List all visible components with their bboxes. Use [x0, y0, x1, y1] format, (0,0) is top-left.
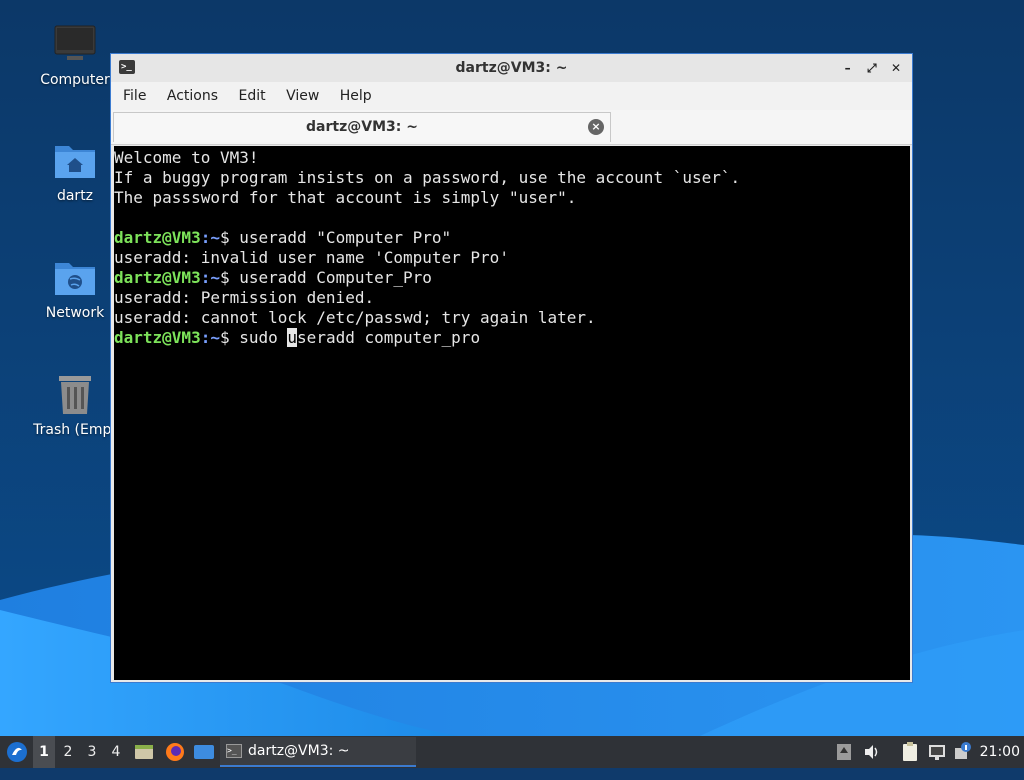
terminal-output-line: useradd: cannot lock /etc/passwd; try ag…: [114, 308, 596, 327]
file-manager-launcher[interactable]: [134, 736, 154, 768]
terminal-window[interactable]: >_ dartz@VM3: ~ – ⤢ ✕ File Actions Edit …: [110, 53, 913, 683]
trash-icon: [53, 372, 97, 416]
taskbar-task-terminal[interactable]: >_ dartz@VM3: ~: [220, 737, 416, 767]
command-text: seradd computer_pro: [297, 328, 481, 347]
network-folder-icon: [53, 255, 97, 299]
lubuntu-logo-icon: [7, 742, 27, 762]
tray-clipboard[interactable]: [900, 736, 920, 768]
workspace-3[interactable]: 3: [81, 736, 103, 768]
prompt-user: dartz@VM3: [114, 228, 201, 247]
prompt-user: dartz@VM3: [114, 328, 201, 347]
prompt-path: :~: [200, 228, 220, 247]
terminal-output-line: useradd: invalid user name 'Computer Pro…: [114, 248, 509, 267]
home-folder-icon: [53, 138, 97, 182]
desktop-launcher[interactable]: [193, 736, 215, 768]
terminal-tab[interactable]: dartz@VM3: ~ ×: [113, 112, 611, 142]
info-icon: [955, 742, 971, 759]
terminal-command-line: dartz@VM3:~$ useradd Computer_Pro: [114, 268, 910, 288]
show-desktop-icon: [194, 745, 214, 759]
firefox-icon: [166, 743, 184, 761]
menu-actions[interactable]: Actions: [159, 88, 226, 104]
prompt-symbol: $: [219, 268, 240, 287]
taskbar: 1 2 3 4 >_ dartz@VM3: ~ 21:00: [0, 736, 1024, 768]
terminal-icon: >_: [226, 744, 242, 758]
menu-view[interactable]: View: [278, 88, 327, 104]
command-text: sudo: [239, 328, 288, 347]
tray-network[interactable]: [927, 736, 947, 768]
prompt-path: :~: [200, 268, 220, 287]
command-text: useradd Computer_Pro: [239, 268, 432, 287]
file-manager-icon: [135, 745, 153, 759]
terminal-output-line: useradd: Permission denied.: [114, 288, 375, 307]
task-label: dartz@VM3: ~: [248, 743, 350, 759]
firefox-launcher[interactable]: [163, 736, 187, 768]
tray-updates[interactable]: [835, 736, 853, 768]
text-cursor: u: [287, 328, 298, 347]
terminal-output[interactable]: Welcome to VM3! If a buggy program insist…: [114, 146, 910, 680]
terminal-command-line: dartz@VM3:~$ useradd "Computer Pro": [114, 228, 910, 248]
window-title: dartz@VM3: ~: [455, 60, 568, 76]
workspace-2[interactable]: 2: [57, 736, 79, 768]
workspace-4[interactable]: 4: [105, 736, 127, 768]
network-icon: [929, 745, 945, 760]
clock[interactable]: 21:00: [980, 736, 1020, 768]
command-text: useradd "Computer Pro": [239, 228, 452, 247]
prompt-path: :~: [200, 328, 220, 347]
tray-notifications[interactable]: [953, 736, 973, 768]
terminal-command-line: dartz@VM3:~$ sudo useradd computer_pro: [114, 328, 910, 348]
terminal-output-line: The passsword for that account is simply…: [114, 188, 577, 207]
prompt-symbol: $: [219, 328, 240, 347]
clipboard-icon: [903, 742, 917, 761]
prompt-symbol: $: [219, 228, 240, 247]
menu-edit[interactable]: Edit: [230, 88, 273, 104]
workspace-1[interactable]: 1: [33, 736, 55, 768]
prompt-user: dartz@VM3: [114, 268, 201, 287]
terminal-icon: >_: [119, 60, 135, 74]
menu-help[interactable]: Help: [332, 88, 380, 104]
tab-bar: dartz@VM3: ~ ×: [111, 110, 912, 145]
tab-title: dartz@VM3: ~: [306, 119, 418, 135]
menu-bar: File Actions Edit View Help: [111, 82, 912, 110]
terminal-output-line: Welcome to VM3!: [114, 148, 259, 167]
computer-icon: [53, 22, 97, 66]
menu-file[interactable]: File: [115, 88, 154, 104]
terminal-output-line: If a buggy program insists on a password…: [114, 168, 741, 187]
tray-volume[interactable]: [862, 736, 882, 768]
update-icon: [837, 744, 851, 760]
window-titlebar[interactable]: >_ dartz@VM3: ~ – ⤢ ✕: [111, 54, 912, 82]
tab-close-icon[interactable]: ×: [588, 119, 604, 135]
maximize-button[interactable]: ⤢: [862, 54, 882, 82]
minimize-button[interactable]: –: [838, 54, 858, 82]
start-menu-button[interactable]: [4, 736, 30, 768]
volume-icon: [865, 745, 878, 759]
close-button[interactable]: ✕: [886, 54, 906, 82]
